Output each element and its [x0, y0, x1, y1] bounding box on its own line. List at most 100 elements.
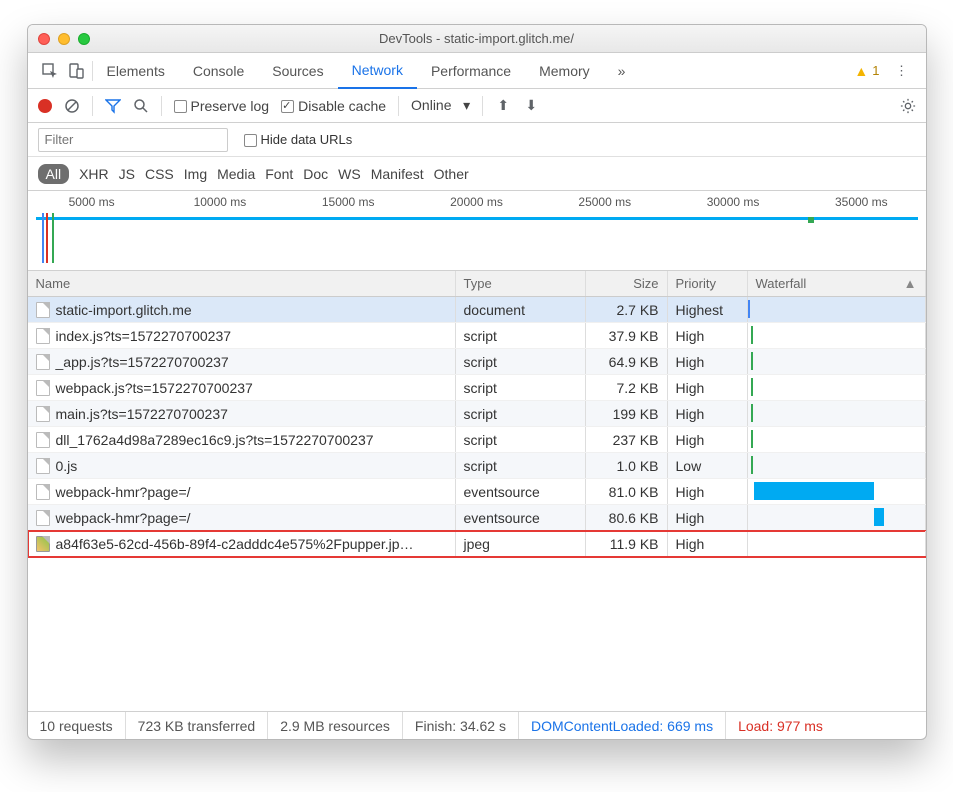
type-filter-bar: All XHR JS CSS Img Media Font Doc WS Man… — [28, 157, 926, 191]
tab-performance[interactable]: Performance — [417, 53, 525, 89]
request-type: script — [456, 375, 586, 400]
close-button[interactable] — [38, 33, 50, 45]
type-manifest[interactable]: Manifest — [371, 166, 424, 182]
filter-bar: Hide data URLs — [28, 123, 926, 157]
type-media[interactable]: Media — [217, 166, 255, 182]
inspect-icon[interactable] — [42, 63, 58, 79]
warnings-badge[interactable]: ▲1 — [854, 63, 879, 79]
kebab-icon[interactable]: ⋮ — [894, 63, 910, 79]
table-row[interactable]: static-import.glitch.medocument2.7 KBHig… — [28, 297, 926, 323]
request-name: webpack-hmr?page=/ — [56, 510, 191, 526]
panel-tabs: Elements Console Sources Network Perform… — [93, 53, 845, 89]
status-requests: 10 requests — [28, 712, 126, 739]
file-icon — [36, 510, 50, 526]
request-priority: High — [668, 349, 748, 374]
request-size: 80.6 KB — [586, 505, 668, 530]
window-title: DevTools - static-import.glitch.me/ — [28, 31, 926, 46]
tab-elements[interactable]: Elements — [93, 53, 179, 89]
request-type: document — [456, 297, 586, 322]
type-doc[interactable]: Doc — [303, 166, 328, 182]
request-type: eventsource — [456, 479, 586, 504]
type-js[interactable]: JS — [119, 166, 135, 182]
request-waterfall — [748, 297, 926, 322]
col-priority[interactable]: Priority — [668, 271, 748, 296]
col-size[interactable]: Size — [586, 271, 668, 296]
minimize-button[interactable] — [58, 33, 70, 45]
request-priority: High — [668, 479, 748, 504]
request-type: script — [456, 427, 586, 452]
tab-console[interactable]: Console — [179, 53, 258, 89]
table-row[interactable]: webpack-hmr?page=/eventsource80.6 KBHigh — [28, 505, 926, 531]
col-name[interactable]: Name — [28, 271, 456, 296]
download-har-icon[interactable]: ⬇ — [523, 98, 539, 114]
col-waterfall[interactable]: Waterfall▲ — [748, 271, 926, 296]
preserve-log-checkbox[interactable]: Preserve log — [174, 98, 270, 114]
network-toolbar: Preserve log Disable cache Online ▾ ⬆ ⬇ — [28, 89, 926, 123]
table-row[interactable]: dll_1762a4d98a7289ec16c9.js?ts=157227070… — [28, 427, 926, 453]
request-waterfall — [748, 479, 926, 504]
file-icon — [36, 380, 50, 396]
warning-icon: ▲ — [854, 63, 868, 79]
request-waterfall — [748, 375, 926, 400]
timeline-overview[interactable]: 5000 ms 10000 ms 15000 ms 20000 ms 25000… — [28, 191, 926, 271]
gear-icon[interactable] — [900, 98, 916, 114]
request-priority: Low — [668, 453, 748, 478]
table-header: Name Type Size Priority Waterfall▲ — [28, 271, 926, 297]
status-resources: 2.9 MB resources — [268, 712, 403, 739]
tab-more[interactable]: » — [604, 53, 640, 89]
request-size: 11.9 KB — [586, 531, 668, 556]
hide-data-urls-checkbox[interactable]: Hide data URLs — [244, 132, 353, 147]
search-icon[interactable] — [133, 98, 149, 114]
file-icon — [36, 432, 50, 448]
request-name: static-import.glitch.me — [56, 302, 192, 318]
request-size: 7.2 KB — [586, 375, 668, 400]
table-row[interactable]: webpack-hmr?page=/eventsource81.0 KBHigh — [28, 479, 926, 505]
table-row[interactable]: index.js?ts=1572270700237script37.9 KBHi… — [28, 323, 926, 349]
request-priority: High — [668, 427, 748, 452]
device-icon[interactable] — [68, 63, 84, 79]
request-type: eventsource — [456, 505, 586, 530]
table-row[interactable]: webpack.js?ts=1572270700237script7.2 KBH… — [28, 375, 926, 401]
type-font[interactable]: Font — [265, 166, 293, 182]
request-size: 64.9 KB — [586, 349, 668, 374]
filter-icon[interactable] — [105, 98, 121, 114]
disable-cache-checkbox[interactable]: Disable cache — [281, 98, 386, 114]
type-other[interactable]: Other — [434, 166, 469, 182]
throttling-select[interactable]: Online ▾ — [411, 97, 470, 114]
request-name: _app.js?ts=1572270700237 — [56, 354, 229, 370]
table-row[interactable]: _app.js?ts=1572270700237script64.9 KBHig… — [28, 349, 926, 375]
type-img[interactable]: Img — [184, 166, 207, 182]
table-row[interactable]: main.js?ts=1572270700237script199 KBHigh — [28, 401, 926, 427]
clear-icon[interactable] — [64, 98, 80, 114]
type-xhr[interactable]: XHR — [79, 166, 109, 182]
table-row[interactable]: a84f63e5-62cd-456b-89f4-c2adddc4e575%2Fp… — [28, 531, 926, 557]
tab-sources[interactable]: Sources — [258, 53, 337, 89]
table-row[interactable]: 0.jsscript1.0 KBLow — [28, 453, 926, 479]
request-type: script — [456, 453, 586, 478]
file-icon — [36, 354, 50, 370]
request-priority: High — [668, 401, 748, 426]
request-priority: Highest — [668, 297, 748, 322]
filter-input[interactable] — [38, 128, 228, 152]
request-type: script — [456, 401, 586, 426]
traffic-lights — [38, 33, 90, 45]
request-type: script — [456, 323, 586, 348]
request-name: webpack.js?ts=1572270700237 — [56, 380, 253, 396]
request-name: dll_1762a4d98a7289ec16c9.js?ts=157227070… — [56, 432, 374, 448]
record-button[interactable] — [38, 99, 52, 113]
type-ws[interactable]: WS — [338, 166, 361, 182]
upload-har-icon[interactable]: ⬆ — [495, 98, 511, 114]
status-dcl: DOMContentLoaded: 669 ms — [519, 712, 726, 739]
zoom-button[interactable] — [78, 33, 90, 45]
request-waterfall — [748, 453, 926, 478]
col-type[interactable]: Type — [456, 271, 586, 296]
file-icon — [36, 328, 50, 344]
request-list: static-import.glitch.medocument2.7 KBHig… — [28, 297, 926, 711]
tab-memory[interactable]: Memory — [525, 53, 604, 89]
request-size: 37.9 KB — [586, 323, 668, 348]
status-load: Load: 977 ms — [726, 712, 835, 739]
type-all[interactable]: All — [38, 164, 70, 184]
type-css[interactable]: CSS — [145, 166, 174, 182]
request-waterfall — [748, 323, 926, 348]
tab-network[interactable]: Network — [338, 53, 417, 89]
